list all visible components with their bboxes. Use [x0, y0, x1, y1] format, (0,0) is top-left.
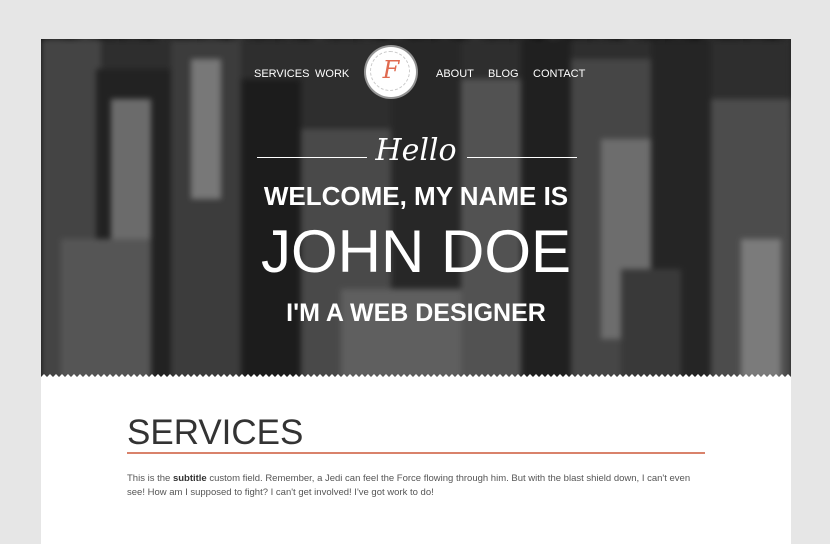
logo[interactable]: F — [366, 47, 416, 97]
page: SERVICES WORK F ABOUT BLOG CONTACT Hello… — [41, 39, 791, 544]
services-text-bold: subtitle — [172, 473, 207, 484]
greeting-divider-left — [257, 157, 367, 158]
nav-link-contact[interactable]: CONTACT — [533, 68, 585, 80]
name-heading: JOHN DOE — [260, 218, 572, 285]
nav-link-work[interactable]: WORK — [315, 68, 349, 80]
logo-letter: F — [382, 56, 400, 84]
nav-link-about[interactable]: ABOUT — [436, 68, 474, 80]
nav-link-services[interactable]: SERVICES — [254, 68, 309, 80]
role-heading: I'M A WEB DESIGNER — [286, 299, 546, 327]
services-title: SERVICES — [127, 413, 304, 452]
hero-section: SERVICES WORK F ABOUT BLOG CONTACT Hello… — [41, 39, 791, 380]
greeting-row: Hello — [41, 131, 791, 171]
main-nav: SERVICES WORK F ABOUT BLOG CONTACT — [41, 39, 791, 109]
welcome-heading: WELCOME, MY NAME IS — [263, 181, 569, 211]
greeting: Hello — [375, 133, 457, 168]
nav-link-blog[interactable]: BLOG — [488, 68, 519, 80]
hero-zigzag-edge — [41, 374, 791, 380]
services-title-underline — [127, 452, 705, 454]
services-text-end: custom field. Remember, a Jedi can feel … — [127, 473, 691, 498]
services-description: This is the subtitle custom field. Remem… — [127, 472, 707, 500]
services-text-start: This is the — [127, 473, 173, 484]
greeting-divider-right — [467, 157, 577, 158]
